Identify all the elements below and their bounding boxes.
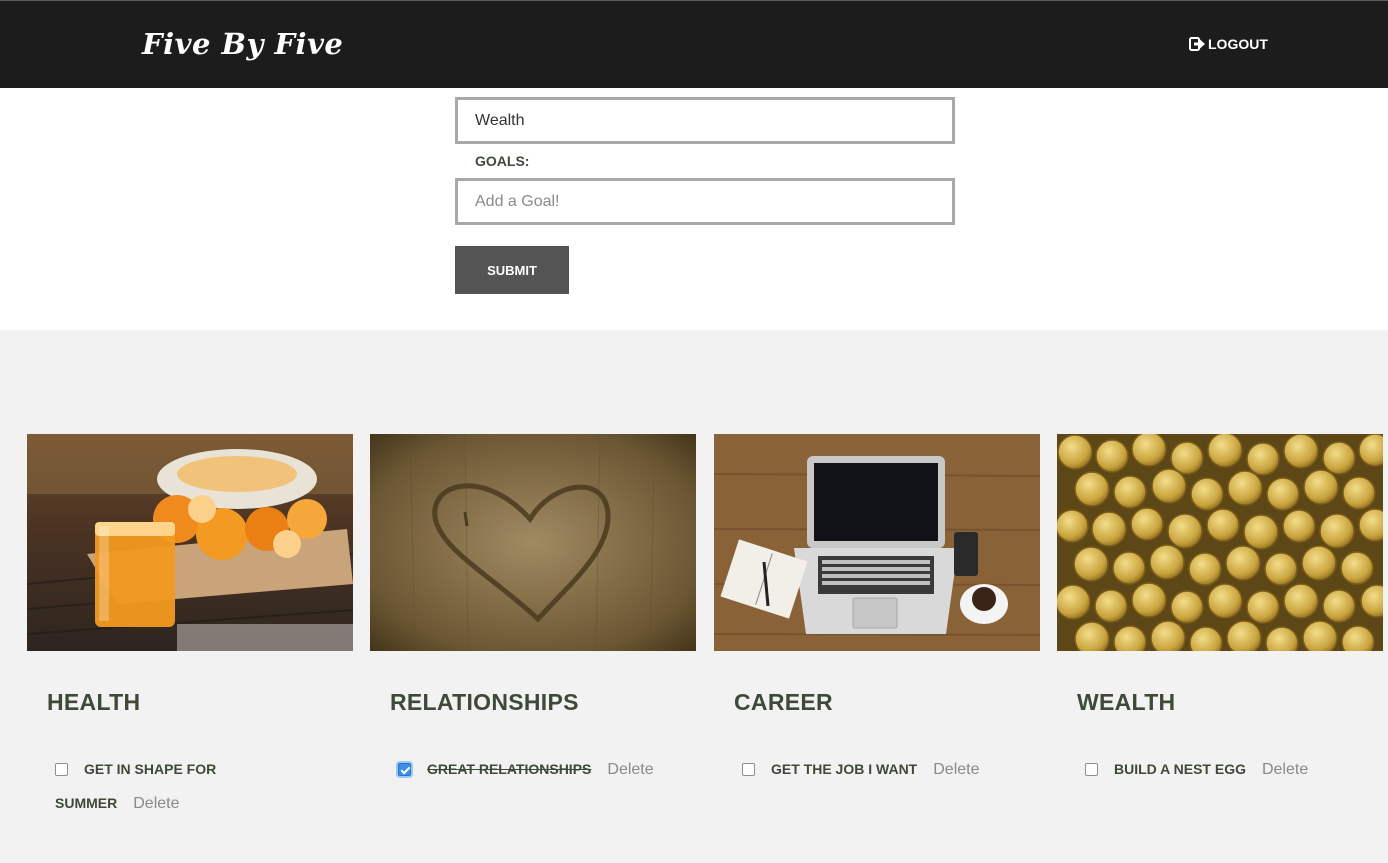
goal-text-continued: SUMMER: [55, 795, 118, 811]
career-image: [714, 434, 1040, 651]
health-image: [27, 434, 353, 651]
goal-checkbox[interactable]: [55, 763, 68, 776]
delete-link[interactable]: Delete: [933, 761, 979, 778]
goal-checkbox[interactable]: [1085, 763, 1098, 776]
delete-link[interactable]: Delete: [607, 761, 653, 778]
goal-item-career: GET THE JOB I WANT Delete: [742, 752, 1042, 787]
goal-text: GET THE JOB I WANT: [771, 761, 918, 777]
goal-input[interactable]: [455, 178, 955, 225]
brand-logo[interactable]: Five By Five: [142, 27, 343, 61]
goal-form: GOALS: SUBMIT: [0, 88, 1388, 330]
submit-button[interactable]: SUBMIT: [455, 246, 569, 294]
goals-label: GOALS:: [475, 153, 530, 169]
logout-button[interactable]: LOGOUT: [1189, 36, 1268, 52]
goal-text: GREAT RELATIONSHIPS: [427, 761, 592, 777]
goal-checkbox[interactable]: [742, 763, 755, 776]
goal-item-relationships: GREAT RELATIONSHIPS Delete: [398, 752, 698, 787]
wealth-image: [1057, 434, 1383, 651]
card-relationships: RELATIONSHIPS GREAT RELATIONSHIPS Delete: [370, 434, 696, 778]
goal-checkbox[interactable]: [398, 763, 411, 776]
logout-icon: [1189, 37, 1205, 51]
goal-text: GET IN SHAPE FOR: [84, 761, 217, 777]
goal-text: BUILD A NEST EGG: [1114, 761, 1246, 777]
goal-item-wealth: BUILD A NEST EGG Delete: [1085, 752, 1385, 787]
logout-label: LOGOUT: [1208, 36, 1268, 52]
goal-item-health: GET IN SHAPE FOR SUMMER Delete: [55, 752, 335, 821]
card-title-health: HEALTH: [47, 689, 141, 715]
category-input[interactable]: [455, 97, 955, 144]
delete-link[interactable]: Delete: [133, 795, 179, 812]
card-title-relationships: RELATIONSHIPS: [390, 689, 579, 715]
card-career: CAREER GET THE JOB I WANT Delete: [714, 434, 1040, 778]
navbar: Five By Five LOGOUT: [0, 0, 1388, 88]
relationships-image: [370, 434, 696, 651]
card-title-wealth: WEALTH: [1077, 689, 1176, 715]
card-wealth: WEALTH BUILD A NEST EGG Delete: [1057, 434, 1383, 778]
delete-link[interactable]: Delete: [1262, 761, 1308, 778]
card-title-career: CAREER: [734, 689, 833, 715]
card-health: HEALTH GET IN SHAPE FOR SUMMER Delete: [27, 434, 353, 812]
